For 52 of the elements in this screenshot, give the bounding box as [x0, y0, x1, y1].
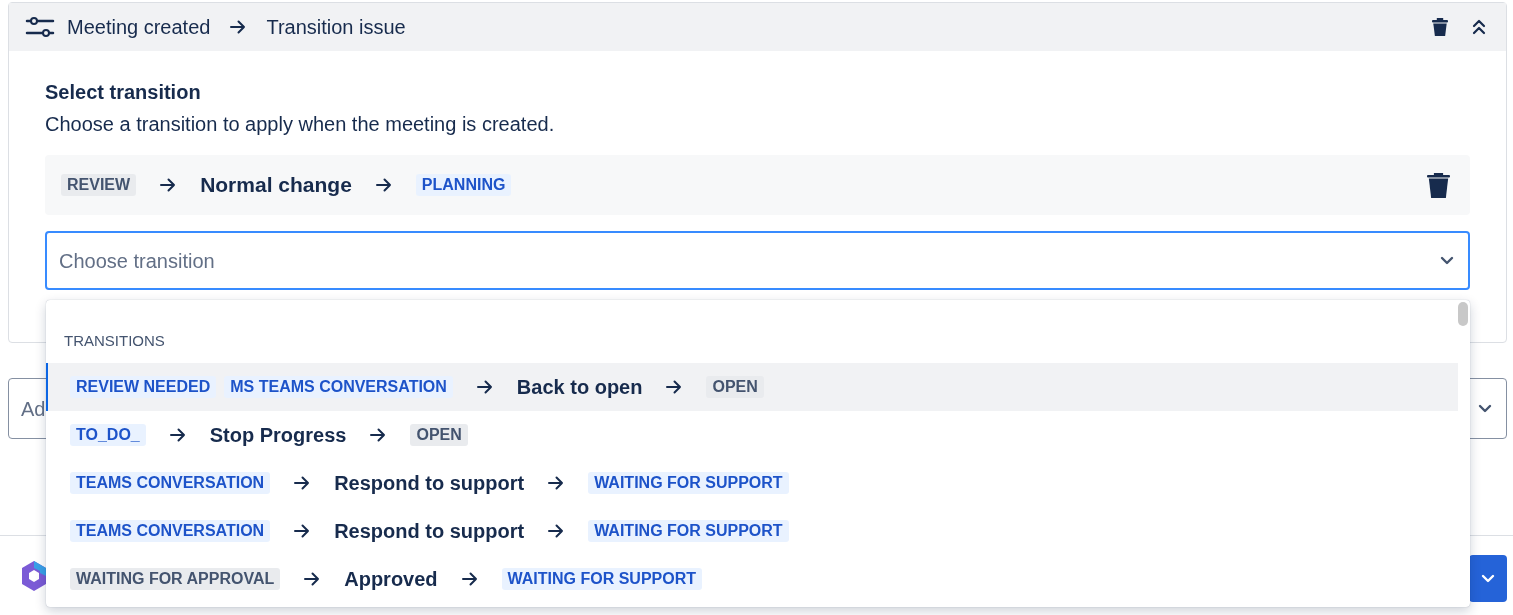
status-lozenge: MS TEAMS CONVERSATION — [224, 375, 453, 398]
arrow-icon — [461, 571, 478, 586]
scrollbar-thumb[interactable] — [1458, 302, 1468, 326]
double-chevron-icon — [1472, 19, 1486, 35]
sliders-icon — [25, 16, 55, 38]
arrow-icon — [294, 523, 311, 538]
arrow-icon — [548, 523, 565, 538]
transition-option[interactable]: REVIEW NEEDED MS TEAMS CONVERSATION Back to open OPEN — [46, 362, 1458, 411]
arrow-icon — [304, 571, 321, 586]
arrow-icon — [294, 475, 311, 490]
status-lozenge: OPEN — [706, 375, 764, 398]
chevron-down-icon — [1478, 403, 1492, 414]
status-lozenge: PLANNING — [415, 174, 512, 196]
transition-option[interactable]: TO_DO_ Stop Progress OPEN — [46, 410, 1458, 459]
action-title: Transition issue — [266, 15, 406, 40]
status-lozenge: WAITING FOR APPROVAL — [70, 567, 281, 590]
transition-name: Approved — [344, 566, 438, 592]
group-heading: TRANSITIONS — [64, 331, 165, 351]
status-lozenge: TO_DO_ — [70, 423, 146, 446]
arrow-icon — [160, 178, 177, 192]
status-lozenge: WAITING FOR SUPPORT — [588, 471, 789, 494]
transition-option[interactable]: TEAMS CONVERSATION Respond to support WAITING FOR SUPPORT — [46, 506, 1458, 555]
arrow-icon — [666, 379, 683, 394]
delete-icon — [1432, 18, 1448, 36]
arrow-icon — [169, 427, 186, 442]
status-lozenge: WAITING FOR SUPPORT — [588, 519, 789, 542]
status-lozenge: TEAMS CONVERSATION — [70, 519, 271, 542]
dropdown-button[interactable] — [1469, 555, 1507, 602]
chevron-down-icon — [1440, 255, 1454, 266]
arrow-icon — [548, 475, 565, 490]
chevron-down-icon — [1481, 573, 1495, 584]
transition-name: Stop Progress — [209, 422, 347, 448]
delete-icon — [1427, 172, 1450, 198]
status-lozenge: OPEN — [410, 423, 468, 446]
transition-name: Respond to support — [334, 518, 525, 544]
transition-option[interactable]: TEAMS CONVERSATION Respond to support WAITING FOR SUPPORT — [46, 458, 1458, 507]
section-description: Choose a transition to apply when the meeting is created. — [45, 112, 556, 137]
status-lozenge: REVIEW — [61, 174, 137, 196]
transition-option[interactable]: WAITING FOR APPROVAL Approved WAITING FOR SUPPORT — [46, 554, 1458, 603]
arrow-icon — [476, 379, 493, 394]
transition-name: Back to open — [516, 374, 643, 400]
status-lozenge: REVIEW NEEDED — [70, 375, 217, 398]
trigger-title: Meeting created — [67, 15, 211, 40]
transition-select[interactable]: Choose transition — [45, 231, 1470, 290]
arrow-icon — [370, 427, 387, 442]
transition-name: Normal change — [200, 172, 352, 199]
status-lozenge: TEAMS CONVERSATION — [70, 471, 271, 494]
arrow-icon — [230, 20, 247, 34]
transition-name: Respond to support — [334, 470, 525, 496]
arrow-icon — [375, 178, 392, 192]
status-lozenge: WAITING FOR SUPPORT — [501, 567, 702, 590]
section-title: Select transition — [45, 80, 202, 105]
